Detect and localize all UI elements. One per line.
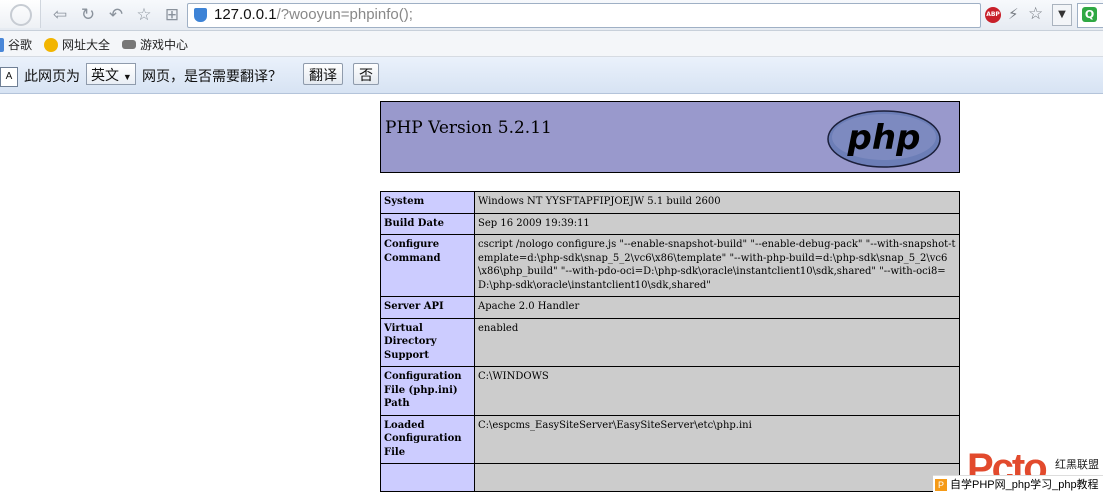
row-key: Server API bbox=[380, 296, 475, 319]
lightning-icon[interactable]: ⚡ bbox=[1008, 5, 1019, 23]
table-row: Loaded Configuration File C:\espcms_Easy… bbox=[380, 414, 960, 464]
security-shield-icon bbox=[194, 8, 207, 22]
row-key: System bbox=[380, 191, 475, 214]
php-logo: php bbox=[827, 110, 941, 168]
browser-toolbar: ⇦ ↻ ↶ ☆ ⊞ 127.0.0.1/?wooyun=phpinfo(); A… bbox=[0, 0, 1103, 31]
no-button[interactable]: 否 bbox=[353, 63, 379, 85]
row-key: Build Date bbox=[380, 212, 475, 235]
phpinfo-table: System Windows NT YYSFTAPFIPJOEJW 5.1 bu… bbox=[380, 191, 960, 492]
translate-bar: A 此网页为 英文 ▼ 网页，是否需要翻译？ 翻译 否 bbox=[0, 57, 1103, 94]
bookmarks-bar: 谷歌 网址大全 游戏中心 bbox=[0, 31, 1103, 57]
phpinfo-header: PHP Version 5.2.11 php bbox=[380, 101, 960, 173]
address-bar[interactable]: 127.0.0.1/?wooyun=phpinfo(); bbox=[187, 3, 981, 28]
bookmark-label: 游戏中心 bbox=[140, 38, 189, 52]
refresh-icon[interactable]: ↻ bbox=[78, 5, 98, 25]
translate-prefix: 此网页为 bbox=[24, 68, 80, 84]
address-text[interactable]: 127.0.0.1/?wooyun=phpinfo(); bbox=[214, 6, 413, 23]
row-value: Windows NT YYSFTAPFIPJOEJW 5.1 build 260… bbox=[474, 191, 960, 214]
table-row: Build Date Sep 16 2009 19:39:11 bbox=[380, 212, 960, 235]
watermark-bottom-text: 自学PHP网_php学习_php教程 bbox=[950, 479, 1099, 491]
back-icon[interactable]: ⇦ bbox=[50, 5, 70, 25]
row-value bbox=[474, 463, 960, 492]
row-value: Apache 2.0 Handler bbox=[474, 296, 960, 319]
watermark-bar: P 自学PHP网_php学习_php教程 bbox=[933, 475, 1103, 494]
row-key: Configure Command bbox=[380, 234, 475, 297]
favorite-star-icon[interactable]: ☆ bbox=[134, 5, 154, 25]
row-value: Sep 16 2009 19:39:11 bbox=[474, 212, 960, 235]
navigation-icon bbox=[44, 37, 58, 52]
site-watermark: Pcto 红黑联盟 P 自学PHP网_php学习_php教程 bbox=[933, 447, 1103, 495]
translate-suffix: 网页，是否需要翻译？ bbox=[142, 68, 282, 84]
menu-dropdown-icon[interactable]: ▼ bbox=[1052, 4, 1072, 26]
page-title: PHP Version 5.2.11 bbox=[385, 118, 552, 138]
row-value: cscript /nologo configure.js "--enable-s… bbox=[474, 234, 960, 297]
table-row: Configuration File (php.ini) Path C:\WIN… bbox=[380, 366, 960, 416]
user-avatar[interactable] bbox=[0, 0, 41, 28]
adblock-icon[interactable]: ABP bbox=[985, 7, 1001, 23]
google-icon bbox=[0, 37, 4, 52]
grid-icon[interactable]: ⊞ bbox=[162, 5, 182, 25]
bookmark-google[interactable]: 谷歌 bbox=[0, 36, 32, 53]
watermark-side-text: 红黑联盟 bbox=[1055, 459, 1099, 471]
undo-icon[interactable]: ↶ bbox=[106, 5, 126, 25]
row-value: enabled bbox=[474, 317, 960, 367]
bookmark-games[interactable]: 游戏中心 bbox=[122, 36, 188, 53]
bookmark-label: 谷歌 bbox=[8, 38, 33, 52]
search-box[interactable]: Q bbox=[1077, 3, 1103, 28]
chevron-down-icon: ▼ bbox=[122, 72, 132, 82]
row-value: C:\WINDOWS bbox=[474, 366, 960, 416]
table-row bbox=[380, 463, 960, 492]
row-key: Virtual Directory Support bbox=[380, 317, 475, 367]
table-row: Server API Apache 2.0 Handler bbox=[380, 296, 960, 319]
address-path: /?wooyun=phpinfo(); bbox=[276, 6, 413, 23]
translate-button[interactable]: 翻译 bbox=[303, 63, 343, 85]
bookmark-star-icon[interactable]: ☆ bbox=[1028, 4, 1043, 24]
row-value: C:\espcms_EasySiteServer\EasySiteServer\… bbox=[474, 414, 960, 464]
table-row: System Windows NT YYSFTAPFIPJOEJW 5.1 bu… bbox=[380, 191, 960, 214]
translate-icon: A bbox=[0, 67, 18, 87]
table-row: Configure Command cscript /nologo config… bbox=[380, 234, 960, 297]
watermark-p-icon: P bbox=[935, 479, 947, 492]
search-icon: Q bbox=[1082, 7, 1097, 22]
bookmark-label: 网址大全 bbox=[62, 38, 111, 52]
table-row: Virtual Directory Support enabled bbox=[380, 317, 960, 367]
row-key: Loaded Configuration File bbox=[380, 414, 475, 464]
php-logo-text: php bbox=[847, 118, 921, 158]
row-key: Configuration File (php.ini) Path bbox=[380, 366, 475, 416]
gamepad-icon bbox=[122, 40, 136, 49]
bookmark-navigation[interactable]: 网址大全 bbox=[44, 36, 110, 53]
language-value: 英文 bbox=[91, 67, 119, 83]
address-host: 127.0.0.1 bbox=[214, 6, 277, 23]
language-select[interactable]: 英文 ▼ bbox=[86, 63, 136, 85]
row-key bbox=[380, 463, 475, 492]
